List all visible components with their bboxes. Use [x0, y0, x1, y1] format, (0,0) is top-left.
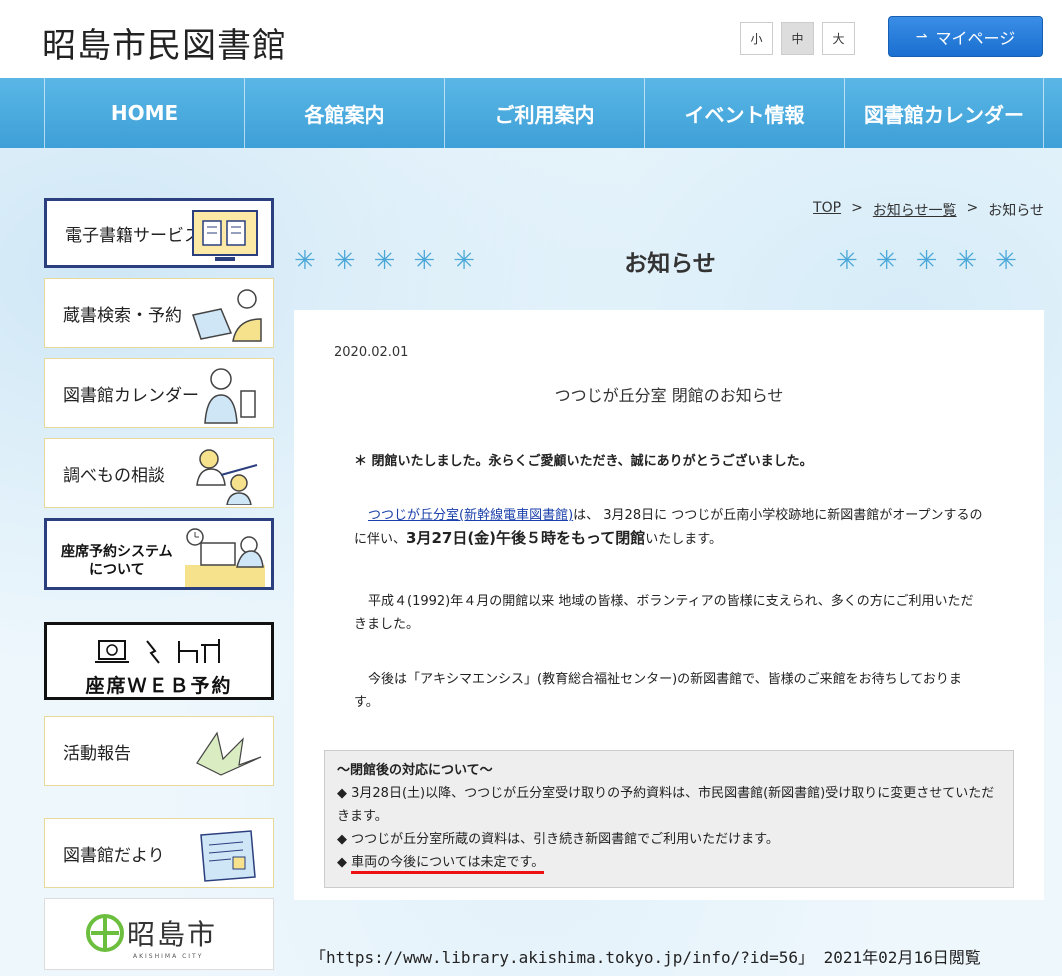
new-library-paragraph: 今後は「アキシマエンシス」(教育総合福祉センター)の新図書館で、皆様のご来館をお… [354, 672, 962, 710]
undecided-vehicle-note: 車両の今後については未定です。 [351, 855, 545, 874]
breadcrumb-separator: > [851, 200, 863, 216]
breadcrumb: TOP > お知らせ一覧 > お知らせ [813, 200, 1044, 220]
sidebar-item-label: 座席予約システム について [61, 544, 173, 578]
page-title: お知らせ [624, 251, 716, 277]
font-size-small-button[interactable]: 小 [740, 22, 773, 55]
consultation-icon [196, 449, 258, 505]
sidebar-item-label: 電子書籍サービス [65, 225, 201, 246]
site-logo[interactable]: 昭島市民図書館 [42, 18, 287, 67]
closure-paragraph: つつじが丘分室(新幹線電車図書館)は、 3月28日に つつじが丘南小学校跡地に新… [354, 508, 983, 547]
closure-datetime: 3月27日(金)午後５時をもって閉館 [406, 529, 646, 547]
nav-events[interactable]: イベント情報 [644, 78, 844, 148]
breadcrumb-separator: > [966, 200, 979, 216]
arrow-icon: ⇀ [915, 28, 928, 45]
article-content: 2020.02.01 つつじが丘分室 閉館のお知らせ ＊ 閉館いたしました。永ら… [294, 310, 1044, 900]
mypage-button[interactable]: ⇀ マイページ [888, 16, 1043, 57]
seat-web-reservation-button[interactable]: 座席ＷＥＢ予約 [44, 622, 274, 700]
sidebar-item-calendar[interactable]: 図書館カレンダー [44, 358, 274, 428]
sidebar-item-ebook[interactable]: 電子書籍サービス [44, 198, 274, 268]
sidebar-item-activity-report[interactable]: 活動報告 [44, 716, 274, 786]
sidebar-item-label: 図書館だより [63, 845, 165, 866]
nav-calendar[interactable]: 図書館カレンダー [844, 78, 1044, 148]
nav-home[interactable]: HOME [44, 78, 244, 148]
sidebar-item-label: 調べもの相談 [63, 465, 165, 486]
breadcrumb-current: お知らせ [988, 203, 1044, 219]
nav-usage-guide[interactable]: ご利用案内 [444, 78, 644, 148]
librarian-icon [204, 368, 256, 424]
notice-item: ◆ 3月28日(土)以降、つつじが丘分室受け取りの予約資料は、市民図書館(新図書… [337, 786, 995, 824]
akishima-city-link[interactable]: 昭島市 AKISHIMA CITY [44, 898, 274, 970]
post-date: 2020.02.01 [334, 345, 409, 360]
sidebar-item-label: 図書館カレンダー [63, 385, 199, 406]
seat-reservation-icon [185, 528, 265, 587]
notice-item: ◆ 車両の今後については未定です。 [337, 851, 1001, 874]
decorative-stars-left: ✳✳✳✳✳ [294, 246, 493, 276]
city-name: 昭島市 [127, 918, 218, 951]
sidebar-item-catalog-search[interactable]: 蔵書検索・予約 [44, 278, 274, 348]
newsletter-icon [200, 830, 256, 882]
sidebar-item-label: 活動報告 [63, 743, 131, 764]
ebook-reader-icon [192, 210, 258, 261]
mypage-label: マイページ [935, 28, 1016, 48]
branch-link[interactable]: つつじが丘分室(新幹線電車図書館) [368, 508, 573, 523]
source-caption: 「https://www.library.akishima.tokyo.jp/i… [310, 948, 981, 967]
sidebar-item-reference[interactable]: 調べもの相談 [44, 438, 274, 508]
post-title: つつじが丘分室 閉館のお知らせ [554, 386, 784, 405]
breadcrumb-news-list-link[interactable]: お知らせ一覧 [873, 200, 957, 220]
font-size-large-button[interactable]: 大 [822, 22, 855, 55]
history-paragraph: 平成４(1992)年４月の開館以来 地域の皆様、ボランティアの皆様に支えられ、多… [354, 594, 974, 632]
decorative-stars-right: ✳✳✳✳✳ [836, 246, 1035, 276]
sidebar-item-newsletter[interactable]: 図書館だより [44, 818, 274, 888]
sidebar-item-seat-reservation-info[interactable]: 座席予約システム について [44, 518, 274, 590]
font-size-switcher: 小 中 大 [740, 22, 855, 55]
font-size-medium-button[interactable]: 中 [781, 22, 814, 55]
nav-branches[interactable]: 各館案内 [244, 78, 444, 148]
sidebar-item-label: 蔵書検索・予約 [63, 305, 182, 326]
post-closure-notice: ～閉館後の対応について～ ◆ 3月28日(土)以降、つつじが丘分室受け取りの予約… [324, 750, 1014, 888]
closure-note: ＊ 閉館いたしました。永らくご愛顧いただき、誠にありがとうございました。 [354, 454, 813, 469]
pc-to-seat-icon [95, 639, 220, 664]
laptop-user-icon [192, 289, 262, 342]
breadcrumb-top-link[interactable]: TOP [813, 200, 841, 220]
main-nav: HOME 各館案内 ご利用案内 イベント情報 図書館カレンダー [0, 78, 1062, 148]
web-reserve-label: 座席ＷＥＢ予約 [85, 675, 233, 697]
paper-crane-icon [196, 731, 262, 776]
notice-item: ◆ つつじが丘分室所蔵の資料は、引き続き新図書館でご利用いただけます。 [337, 832, 779, 847]
city-emblem-icon [86, 914, 124, 952]
notice-heading: ～閉館後の対応について～ [337, 763, 493, 778]
city-subtitle: AKISHIMA CITY [133, 953, 204, 960]
